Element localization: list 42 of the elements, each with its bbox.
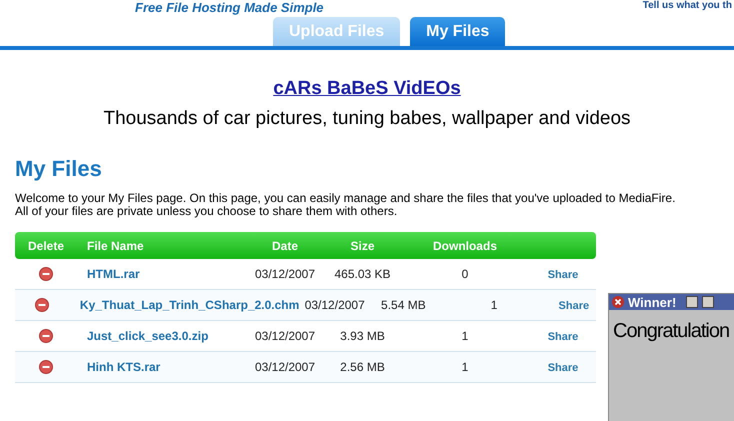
table-cell-text: 03/12/2007 [304, 298, 366, 312]
delete-icon[interactable] [39, 267, 53, 281]
file-link[interactable]: Just_click_see3.0.zip [87, 329, 208, 343]
page-title: My Files [15, 156, 103, 182]
table-cell-text: 03/12/2007 [254, 267, 316, 281]
share-link[interactable]: Share [548, 331, 578, 343]
table-cell-text: 03/12/2007 [254, 329, 316, 343]
delete-icon[interactable] [39, 329, 53, 343]
share-link[interactable]: Share [558, 300, 590, 312]
column-header: Downloads [432, 238, 498, 252]
table-cell-text: 3.93 MB [339, 329, 386, 343]
table-cell-text: 03/12/2007 [254, 360, 316, 374]
nav-tab[interactable]: My Files [410, 17, 506, 46]
table-cell-text: 5.54 MB [380, 298, 427, 312]
table-cell-text: 2.56 MB [339, 360, 386, 374]
ad-description: Thousands of car pictures, tuning babes, wallpaper and videos [103, 108, 631, 130]
popup-message: Congratulation [613, 319, 730, 344]
popup-title: Winner! [628, 294, 676, 310]
file-link[interactable]: HTML.rar [87, 267, 140, 281]
file-link[interactable]: Ky_Thuat_Lap_Trinh_CSharp_2.0.chm [80, 298, 300, 312]
close-icon[interactable] [612, 296, 624, 308]
table-cell-text: 1 [490, 298, 498, 312]
column-header: File Name [86, 238, 145, 252]
file-link[interactable]: Hinh KTS.rar [87, 360, 160, 374]
feedback-link[interactable]: Tell us what you th [642, 0, 732, 12]
share-link[interactable]: Share [548, 362, 578, 374]
intro-text: Welcome to your My Files page. On this page, you can easily manage and share the files that you've uploaded to MediaFire. [15, 192, 676, 205]
tagline: Free File Hosting Made Simple [135, 0, 324, 15]
table-cell-text: 1 [460, 329, 470, 343]
table-cell-text: 0 [460, 267, 470, 281]
minimize-icon[interactable] [686, 296, 698, 308]
column-header: Date [270, 238, 299, 252]
delete-icon[interactable] [39, 360, 53, 374]
share-link[interactable]: Share [548, 269, 578, 281]
privacy-note: All of your files are private unless you choose to share them with others. [15, 205, 398, 218]
ad-link[interactable]: cARs BaBeS VidEOs [273, 78, 461, 100]
column-header: Delete [26, 238, 66, 252]
table-cell-text: 465.03 KB [333, 267, 392, 281]
column-header: Size [349, 238, 376, 252]
delete-icon[interactable] [35, 298, 50, 312]
maximize-icon[interactable] [702, 296, 714, 308]
table-cell-text: 1 [460, 360, 470, 374]
